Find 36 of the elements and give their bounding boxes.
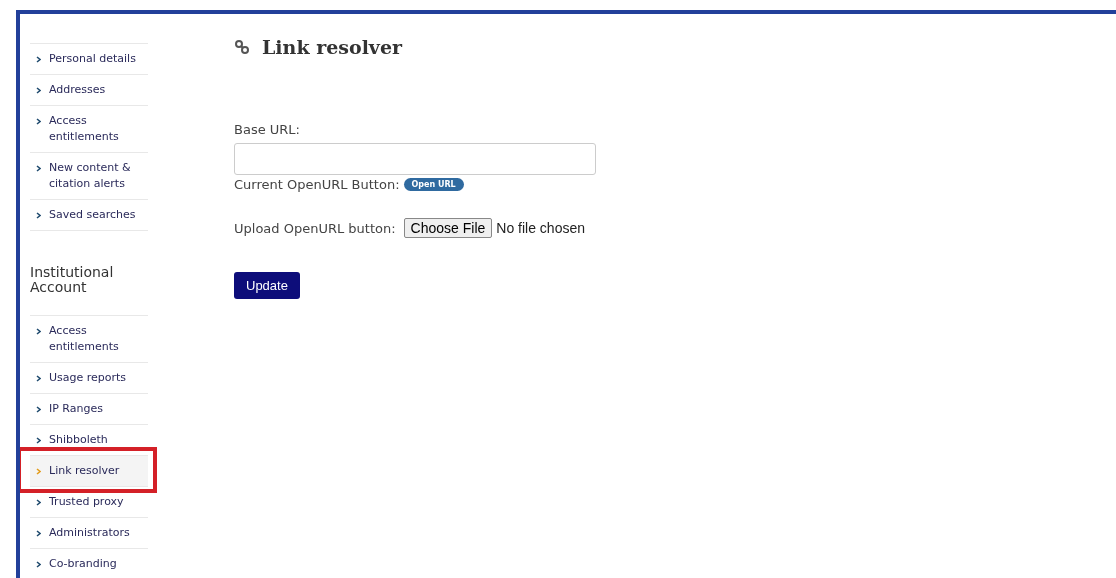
chevron-icon [36, 530, 41, 537]
sidebar-link[interactable]: Access entitlements [30, 105, 148, 152]
chevron-icon [36, 165, 41, 172]
sidebar-link[interactable]: Co-branding [30, 548, 148, 578]
chevron-icon [36, 212, 41, 219]
chevron-icon [36, 406, 41, 413]
field-label: Current OpenURL Button: [234, 177, 400, 192]
chevron-icon [36, 561, 41, 568]
sidebar-link[interactable]: IP Ranges [30, 393, 148, 424]
chevron-icon [36, 87, 41, 94]
page-title: Link resolver [262, 36, 402, 58]
chevron-icon [36, 118, 41, 125]
chevron-icon [36, 468, 41, 475]
sidebar-link[interactable]: Saved searches [30, 199, 148, 231]
sidebar-link[interactable]: Usage reports [30, 362, 148, 393]
chevron-icon [36, 375, 41, 382]
chevron-icon [36, 56, 41, 63]
sidebar-link[interactable]: Personal details [30, 43, 148, 74]
update-button[interactable]: Update [234, 272, 300, 299]
chevron-icon [36, 437, 41, 444]
sidebar-heading: Institutional Account [30, 265, 115, 295]
sidebar-link[interactable]: Addresses [30, 74, 148, 105]
file-status: No file chosen [496, 220, 585, 236]
link-icon [234, 39, 250, 55]
chevron-icon [36, 328, 41, 335]
chevron-icon [36, 499, 41, 506]
choose-file-button[interactable]: Choose File [403, 218, 493, 238]
openurl-badge: Open URL [403, 178, 464, 191]
sidebar-link[interactable]: Access entitlements [30, 315, 148, 362]
base-url-field[interactable] [234, 143, 596, 175]
sidebar-link[interactable]: Administrators [30, 517, 148, 548]
field-label: Base URL: [234, 122, 301, 137]
sidebar-link[interactable]: New content & citation alerts [30, 152, 148, 199]
field-label: Upload OpenURL button: [234, 220, 396, 236]
sidebar-link[interactable]: Trusted proxy [30, 486, 148, 517]
sidebar-link[interactable]: Link resolver [30, 455, 148, 486]
